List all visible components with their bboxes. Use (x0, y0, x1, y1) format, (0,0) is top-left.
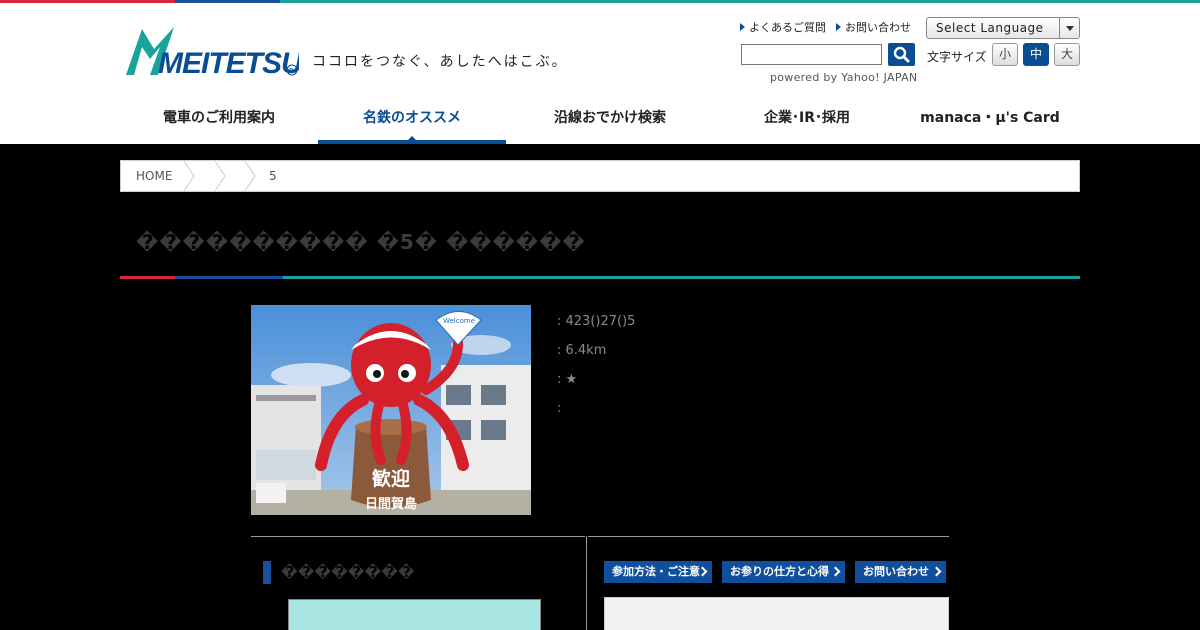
search-input[interactable] (741, 44, 882, 65)
sign-top-text: 歓迎 (372, 467, 410, 490)
info-address: : 423()27()5 (557, 314, 636, 329)
search-button[interactable] (888, 43, 915, 66)
powered-by: powered by Yahoo! JAPAN (770, 71, 918, 84)
tagline: ココロをつなぐ、あしたへはこぶ。 (312, 54, 568, 70)
svg-text:R: R (289, 67, 294, 75)
breadcrumb: HOME 5 (120, 160, 1080, 192)
meitetsu-logo[interactable]: MEITETSU R (124, 25, 299, 77)
site-header: MEITETSU R ココロをつなぐ、あしたへはこぶ。 よくあるご質問 お問い合… (0, 3, 1200, 144)
title-underline (120, 276, 1080, 279)
section-heading: �������� (263, 561, 415, 584)
language-select-label: Select Language (936, 21, 1044, 35)
participation-button[interactable]: 参加方法・ご注意 (604, 561, 712, 583)
breadcrumb-home[interactable]: HOME (136, 169, 172, 183)
font-size-small-button[interactable]: 小 (992, 43, 1018, 66)
faq-link[interactable]: よくあるご質問 (740, 19, 826, 35)
nav-outing-search[interactable]: 沿線おでかけ検索 (506, 91, 714, 144)
divider (586, 536, 587, 630)
language-select[interactable]: Select Language (926, 17, 1080, 39)
main-nav: 電車のご利用案内 名鉄のオススメ 沿線おでかけ検索 企業･IR･採用 manac… (120, 91, 1080, 144)
page-title: ���������� �5� ������ (136, 230, 586, 254)
font-size-label: 文字サイズ (927, 50, 987, 64)
info-distance: : 6.4km (557, 343, 607, 358)
search-icon (893, 46, 910, 63)
nav-train-guide[interactable]: 電車のご利用案内 (120, 91, 318, 144)
top-links: よくあるご質問 お問い合わせ (740, 19, 911, 35)
arrow-right-icon (740, 23, 745, 31)
octopus-photo: 歓迎 日間賀島 Welcome (251, 305, 531, 515)
chevron-right-icon (183, 161, 195, 191)
etiquette-button[interactable]: お参りの仕方と心得 (722, 561, 845, 583)
content-panel (604, 597, 949, 630)
info-extra: : (557, 401, 562, 416)
sign-bottom-text: 日間賀島 (365, 496, 417, 512)
info-rating: : ★ (557, 372, 578, 387)
logo-text: MEITETSU (158, 47, 299, 77)
divider (588, 536, 949, 537)
fan-text: Welcome (443, 317, 475, 325)
chevron-right-icon (244, 161, 256, 191)
font-size-large-button[interactable]: 大 (1054, 43, 1080, 66)
breadcrumb-current: 5 (269, 169, 277, 183)
map-area[interactable] (288, 599, 541, 630)
nav-company[interactable]: 企業･IR･採用 (714, 91, 900, 144)
font-size-medium-button[interactable]: 中 (1023, 43, 1049, 66)
nav-recommend[interactable]: 名鉄のオススメ (318, 91, 506, 144)
nav-manaca[interactable]: manaca・μ's Card (900, 91, 1080, 144)
chevron-right-icon (214, 161, 226, 191)
arrow-right-icon (836, 23, 841, 31)
info-list: : 423()27()5 : 6.4km : ★ : (557, 307, 635, 423)
chevron-down-icon (1059, 18, 1079, 38)
contact-link[interactable]: お問い合わせ (836, 19, 911, 35)
divider (251, 536, 585, 537)
inquiry-button[interactable]: お問い合わせ (855, 561, 946, 583)
